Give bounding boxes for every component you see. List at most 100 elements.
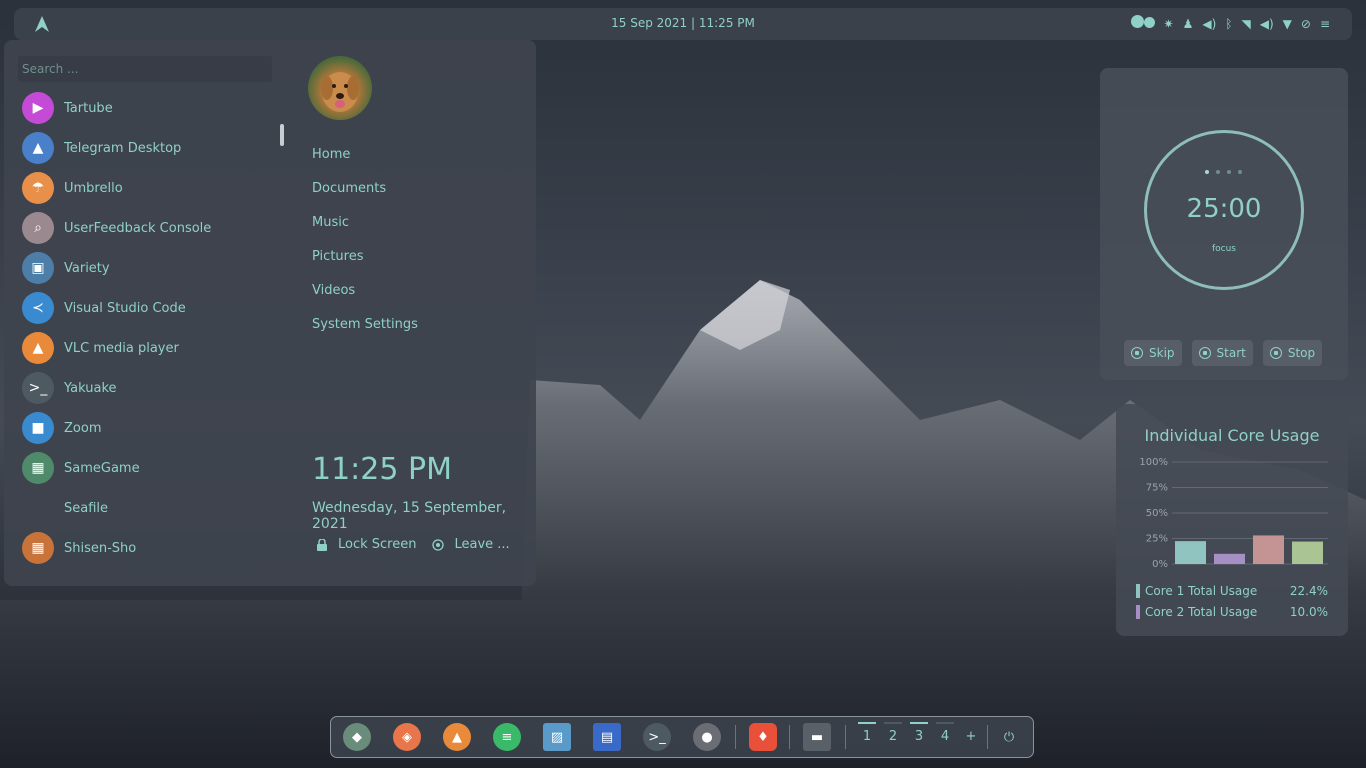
app-list: ▶ Tartube ▲ Telegram Desktop ☂ Umbrello ⌕ UserF… [22,88,272,568]
place-music[interactable]: Music [312,206,418,240]
leave-label: Leave ... [454,537,510,552]
wifi-icon[interactable]: ◥ [1241,15,1250,33]
menu-lines-icon[interactable]: ≡ [1320,15,1330,33]
workspace-label: 3 [914,729,924,744]
add-workspace-label: + [965,729,977,744]
place-documents[interactable]: Documents [312,172,418,206]
leave-icon [432,538,445,551]
app-label: Shisen-Sho [64,540,137,556]
place-system-settings[interactable]: System Settings [312,308,418,342]
place-home[interactable]: Home [312,138,418,172]
app-label: Yakuake [64,380,117,396]
dock-separator [735,725,736,749]
timer-controls: Skip Start Stop [1124,340,1323,366]
dock-separator [987,725,988,749]
vlc-icon[interactable]: ▲ [443,723,471,751]
chart-legend: Core 1 Total Usage 22.4% Core 2 Total Us… [1136,580,1328,622]
place-videos[interactable]: Videos [312,274,418,308]
app-list-item[interactable]: ≺ Visual Studio Code [22,288,272,328]
app-icon: >_ [22,372,54,404]
app-label: UserFeedback Console [64,220,212,236]
dock: ◆ ◈ ▲ ≡ ▨ ▤ >_ ● ♦ ▬ 1 2 3 4 + ⏻ [330,716,1034,758]
file-manager-icon[interactable]: ◆ [343,723,371,751]
start-label: Start [1216,346,1246,360]
app-label: Zoom [64,420,102,436]
app-list-item[interactable]: ▲ VLC media player [22,328,272,368]
app-label: SameGame [64,460,140,476]
app-list-item[interactable]: ☂ Umbrello [22,168,272,208]
image-viewer-icon[interactable]: ▨ [543,723,571,751]
settings-icon[interactable]: ● [693,723,721,751]
legend-value: 22.4% [1289,583,1328,598]
bluetooth-icon[interactable]: ᛒ [1225,15,1232,33]
session-dots [1205,170,1242,174]
add-workspace-button[interactable]: + [958,721,984,744]
app-list-item[interactable]: ■ Zoom [22,408,272,448]
app-label: Seafile [64,500,109,516]
legend-swatch [1136,604,1140,619]
skip-label: Skip [1149,346,1175,360]
workspace-label: 4 [940,729,950,744]
spotify-icon[interactable]: ≡ [493,723,521,751]
bar-core-2 [1214,553,1245,564]
workspace-2[interactable]: 2 [880,721,906,744]
avatar [308,56,372,120]
user-icon[interactable]: ♟ [1183,15,1194,33]
workspace-3[interactable]: 3 [906,721,932,744]
app-list-item[interactable]: ▲ Telegram Desktop [22,128,272,168]
timer-mode: focus [1211,244,1237,254]
legend-row: Core 1 Total Usage 22.4% [1136,580,1328,601]
app-list-item[interactable]: ▦ Shisen-Sho [22,528,272,568]
app-list-item[interactable]: ▦ SameGame [22,448,272,488]
app-icon [22,492,54,524]
legend-name: Core 1 Total Usage [1145,583,1258,598]
brave-icon[interactable]: ♦ [749,723,777,751]
workspace-4[interactable]: 4 [932,721,958,744]
y-tick-label: 75% [1146,483,1168,494]
leave-button[interactable]: Leave ... [432,537,510,552]
system-tray: ✷ ♟ ◀) ᛒ ◥ ◀) ▼ ⊘ ≡ [1130,15,1330,33]
skip-button[interactable]: Skip [1124,340,1182,366]
notifications-off-icon[interactable]: ⊘ [1301,15,1311,33]
lock-screen-button[interactable]: Lock Screen [316,537,416,552]
start-button[interactable]: Start [1191,340,1253,366]
terminal-icon[interactable]: >_ [643,723,671,751]
workspace-1[interactable]: 1 [854,721,880,744]
firefox-icon[interactable]: ◈ [393,723,421,751]
lock-screen-label: Lock Screen [338,537,417,552]
stop-icon [1269,347,1282,359]
text-editor-icon[interactable]: ▤ [593,723,621,751]
gear-icon[interactable]: ✷ [1164,15,1174,33]
folder-icon[interactable]: ▬ [803,723,831,751]
app-icon: ☂ [22,172,54,204]
app-list-item[interactable]: Seafile [22,488,272,528]
workspace-label: 2 [888,729,898,744]
scrollbar[interactable] [280,124,284,146]
stop-button[interactable]: Stop [1262,340,1323,366]
app-icon: ▲ [22,132,54,164]
workspace-switcher: 1 2 3 4 + [854,721,984,744]
play-icon [1198,347,1211,359]
dock-separator [789,725,790,749]
search-input[interactable]: Search ... [18,56,272,82]
app-list-item[interactable]: ▶ Tartube [22,88,272,128]
app-icon: ⌕ [22,212,54,244]
app-list-item[interactable]: >_ Yakuake [22,368,272,408]
power-icon[interactable]: ⏻ [995,723,1023,751]
app-icon: ▦ [22,532,54,564]
session-actions: Lock Screen Leave ... [316,537,510,552]
app-list-item[interactable]: ⌕ UserFeedback Console [22,208,272,248]
core-usage-widget: Individual Core Usage 100% 75% 50% 25% 0% Co… [1116,404,1348,636]
toggle-icon[interactable] [1130,15,1155,33]
speaker-icon[interactable]: ◀) [1260,15,1274,33]
app-list-item[interactable]: ▣ Variety [22,248,272,288]
lock-icon [317,538,327,551]
y-tick-label: 25% [1146,534,1168,545]
legend-swatch [1136,583,1140,598]
legend-value: 10.0% [1289,604,1328,619]
legend-name: Core 2 Total Usage [1145,604,1258,619]
dropdown-icon[interactable]: ▼ [1283,15,1292,33]
menu-clock-date: Wednesday, 15 September, 2021 [312,500,507,532]
volume-icon[interactable]: ◀) [1202,15,1216,33]
place-pictures[interactable]: Pictures [312,240,418,274]
